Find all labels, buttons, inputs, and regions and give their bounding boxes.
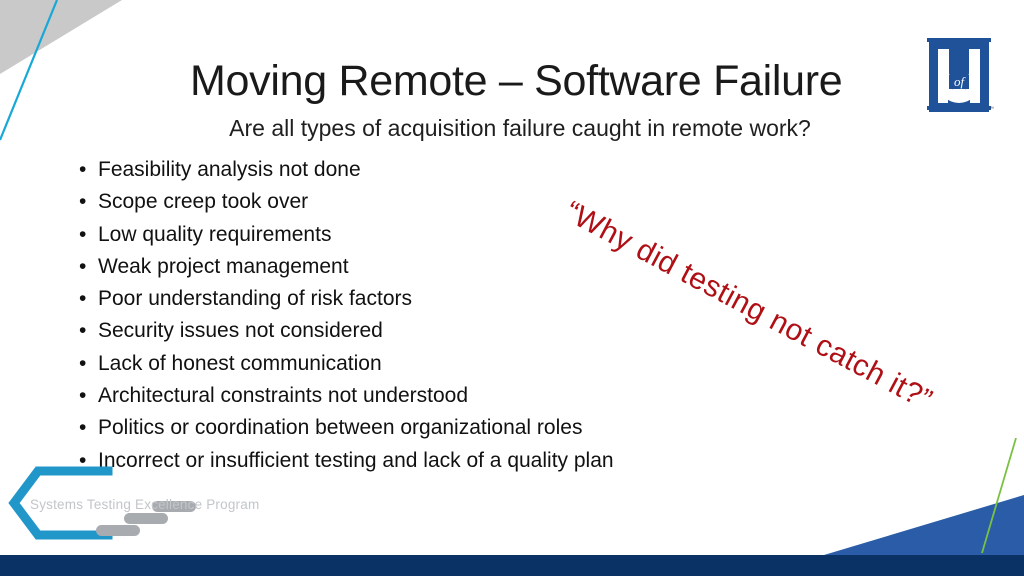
failure-causes-list: • Feasibility analysis not done • Scope cr… [74,154,614,477]
list-item: • Weak project management [74,251,614,283]
bullet-marker-icon: • [79,416,87,440]
list-item: • Lack of honest communication [74,348,614,380]
page-title: Moving Remote – Software Failure [190,57,843,105]
decorative-blue-triangle [824,495,1024,555]
step-program-name: Systems Testing Excellence Program [30,497,260,512]
list-item-label: Feasibility analysis not done [98,158,361,181]
decorative-navy-bar [0,555,1024,576]
list-item-label: Scope creep took over [98,190,309,214]
list-item: • Low quality requirements [74,219,614,251]
list-item: • Architectural constraints not understoo… [74,380,614,412]
list-item-label: Low quality requirements [98,222,332,246]
trademark-symbol: ™ [989,106,994,112]
list-item-label: Lack of honest communication [98,351,382,375]
bullet-marker-icon: • [79,287,87,311]
page-subtitle: Are all types of acquisition failure cau… [229,115,811,141]
bullet-marker-icon: • [79,351,87,375]
university-of-memphis-logo-icon: of [927,38,991,112]
slide-canvas: Moving Remote – Software Failure Are all… [0,0,1024,576]
list-item-label: Architectural constraints not understood [98,384,469,408]
decorative-gray-triangle [0,0,122,74]
bullet-marker-icon: • [79,254,87,278]
list-item-label: Weak project management [98,254,349,278]
bullet-marker-icon: • [79,384,87,408]
list-item-label: Poor understanding of risk factors [98,287,412,311]
list-item: • Security issues not considered [74,315,614,347]
list-item-label: Politics or coordination between organiz… [98,416,583,440]
list-item-label: Security issues not considered [98,319,383,343]
bullet-marker-icon: • [79,319,87,343]
bullet-marker-icon: • [79,190,87,214]
list-item: • Politics or coordination between organi… [74,412,614,444]
bullet-marker-icon: • [79,158,87,181]
callout-annotation: “Why did testing not catch it?” [559,195,938,417]
list-item: • Feasibility analysis not done [74,154,614,186]
list-item: • Scope creep took over [74,186,614,218]
list-item: • Poor understanding of risk factors [74,283,614,315]
bullet-marker-icon: • [79,222,87,246]
